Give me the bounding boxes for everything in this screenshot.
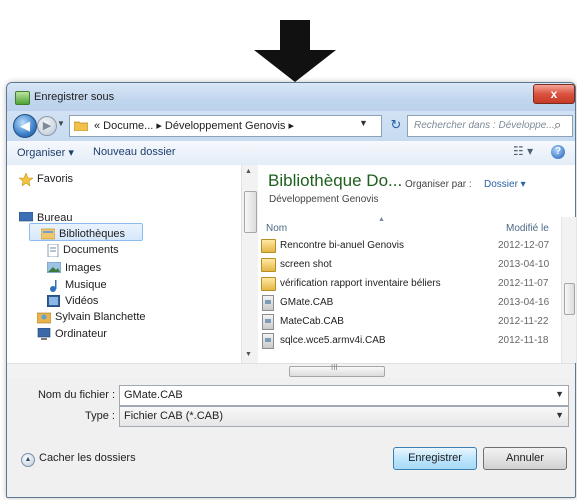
file-type-value: Fichier CAB (*.CAB) bbox=[124, 410, 224, 422]
close-button[interactable]: x bbox=[533, 84, 575, 104]
file-row[interactable]: GMate.CAB 2013-04-16 bbox=[258, 294, 563, 313]
file-row[interactable]: vérification rapport inventaire béliers … bbox=[258, 275, 563, 294]
down-arrow-icon bbox=[250, 20, 340, 82]
scroll-up-icon[interactable]: ▲ bbox=[245, 168, 252, 175]
sidebar-item-videos[interactable]: Vidéos bbox=[65, 295, 98, 307]
folder-icon bbox=[261, 258, 276, 272]
title-bar: Enregistrer sous x bbox=[7, 83, 575, 111]
videos-icon bbox=[46, 294, 61, 308]
views-icon[interactable]: ☷ ▾ bbox=[513, 144, 533, 158]
chevron-down-icon[interactable]: ▼ bbox=[555, 410, 564, 420]
file-row[interactable]: MateCab.CAB 2012-11-22 bbox=[258, 313, 563, 332]
images-icon bbox=[46, 261, 62, 274]
hide-folders-toggle[interactable]: Cacher les dossiers bbox=[39, 452, 136, 464]
sidebar-item-user[interactable]: Sylvain Blanchette bbox=[55, 311, 146, 323]
desktop-icon bbox=[18, 211, 34, 224]
libraries-icon bbox=[40, 228, 56, 240]
documents-icon bbox=[47, 243, 61, 258]
collapse-icon[interactable]: ▲ bbox=[21, 453, 35, 467]
file-date: 2012-11-18 bbox=[498, 335, 549, 346]
chevron-down-icon[interactable]: ▼ bbox=[359, 118, 368, 128]
music-icon bbox=[49, 279, 63, 292]
sidebar-item-bureau[interactable]: Bureau bbox=[37, 212, 72, 224]
sidebar-item-ordinateur[interactable]: Ordinateur bbox=[55, 328, 107, 340]
scroll-thumb[interactable] bbox=[564, 283, 575, 315]
chevron-down-icon[interactable]: ▼ bbox=[555, 389, 564, 399]
folder-icon bbox=[261, 277, 276, 291]
sidebar-item-musique[interactable]: Musique bbox=[65, 279, 107, 291]
breadcrumb[interactable]: « Docume... ▸ Développement Genovis ▸ bbox=[94, 119, 294, 132]
file-row[interactable]: Rencontre bi-anuel Genovis 2012-12-07 bbox=[258, 237, 563, 256]
horizontal-scrollbar[interactable]: III bbox=[7, 363, 575, 378]
file-name: sqlce.wce5.armv4i.CAB bbox=[280, 335, 386, 346]
arrange-by-dropdown[interactable]: Dossier ▾ bbox=[484, 179, 526, 190]
sort-arrow-icon: ▲ bbox=[378, 216, 385, 223]
navigation-scrollbar[interactable]: ▲ ▼ bbox=[241, 165, 258, 363]
computer-icon bbox=[37, 327, 51, 340]
content-scrollbar[interactable] bbox=[561, 217, 576, 363]
search-icon[interactable]: ⌕ bbox=[554, 117, 561, 133]
folder-icon bbox=[261, 239, 276, 253]
sidebar-item-bibliotheques[interactable]: Bibliothèques bbox=[59, 228, 125, 240]
file-name: MateCab.CAB bbox=[280, 316, 344, 327]
save-button[interactable]: Enregistrer bbox=[393, 447, 477, 470]
navigation-pane: Favoris Bureau Bibliothèques Documents I… bbox=[7, 165, 242, 363]
filename-value[interactable]: GMate.CAB bbox=[124, 389, 183, 401]
address-bar[interactable]: « Docume... ▸ Développement Genovis ▸ ▼ bbox=[69, 115, 382, 137]
sidebar-item-documents[interactable]: Documents bbox=[63, 244, 119, 256]
scroll-thumb[interactable] bbox=[244, 191, 257, 233]
cab-file-icon bbox=[262, 333, 274, 349]
library-title: Bibliothèque Do... bbox=[268, 171, 403, 190]
cab-file-icon bbox=[262, 314, 274, 330]
column-header-modified[interactable]: Modifié le bbox=[506, 223, 549, 234]
grip-icon: III bbox=[331, 363, 338, 372]
file-name: Rencontre bi-anuel Genovis bbox=[280, 240, 404, 251]
sidebar-item-images[interactable]: Images bbox=[65, 262, 101, 274]
window-title: Enregistrer sous bbox=[34, 91, 115, 103]
refresh-icon[interactable]: ↻ bbox=[387, 117, 405, 135]
cancel-button[interactable]: Annuler bbox=[483, 447, 567, 470]
library-subtitle: Développement Genovis bbox=[269, 194, 379, 205]
star-icon bbox=[18, 172, 34, 187]
organize-menu-button[interactable]: Organiser ▾ bbox=[17, 146, 74, 159]
new-folder-button[interactable]: Nouveau dossier bbox=[93, 146, 176, 158]
library-content: Bibliothèque Do... Développement Genovis… bbox=[258, 165, 576, 363]
file-type-select[interactable]: Fichier CAB (*.CAB) ▼ bbox=[119, 406, 569, 427]
arrange-by-label: Organiser par : bbox=[405, 179, 472, 190]
file-name: vérification rapport inventaire béliers bbox=[280, 278, 441, 289]
filename-field[interactable]: GMate.CAB ▼ bbox=[119, 385, 569, 406]
scroll-down-icon[interactable]: ▼ bbox=[245, 351, 252, 358]
file-date: 2012-11-22 bbox=[498, 316, 549, 327]
cab-file-icon bbox=[262, 295, 274, 311]
help-icon[interactable]: ? bbox=[551, 145, 565, 159]
file-row[interactable]: sqlce.wce5.armv4i.CAB 2012-11-18 bbox=[258, 332, 563, 351]
type-label: Type : bbox=[85, 410, 115, 422]
user-icon bbox=[36, 311, 52, 324]
back-button[interactable]: ◀ bbox=[13, 114, 37, 138]
search-input[interactable]: Rechercher dans : Développe... ⌕ bbox=[407, 115, 573, 137]
file-name: screen shot bbox=[280, 259, 332, 270]
window-icon bbox=[15, 91, 30, 105]
toolbar: Organiser ▾ Nouveau dossier ☷ ▾ ? bbox=[7, 141, 575, 166]
navigation-bar: ◀ ▶ ▼ « Docume... ▸ Développement Genovi… bbox=[7, 111, 575, 141]
column-header-name[interactable]: Nom bbox=[266, 223, 287, 234]
file-date: 2013-04-16 bbox=[498, 297, 550, 308]
sidebar-item-favoris[interactable]: Favoris bbox=[37, 173, 73, 185]
save-as-dialog: Enregistrer sous x ◀ ▶ ▼ « Docume... ▸ D… bbox=[6, 82, 576, 498]
file-row[interactable]: screen shot 2013-04-10 bbox=[258, 256, 563, 275]
file-date: 2012-12-07 bbox=[498, 240, 550, 251]
file-date: 2013-04-10 bbox=[498, 259, 550, 270]
folder-icon bbox=[73, 120, 89, 132]
forward-button[interactable]: ▶ bbox=[37, 116, 57, 136]
search-placeholder: Rechercher dans : Développe... bbox=[414, 120, 555, 131]
file-date: 2012-11-07 bbox=[498, 278, 549, 289]
filename-label: Nom du fichier : bbox=[37, 389, 115, 401]
history-dropdown-icon[interactable]: ▼ bbox=[57, 119, 67, 131]
file-name: GMate.CAB bbox=[280, 297, 334, 308]
